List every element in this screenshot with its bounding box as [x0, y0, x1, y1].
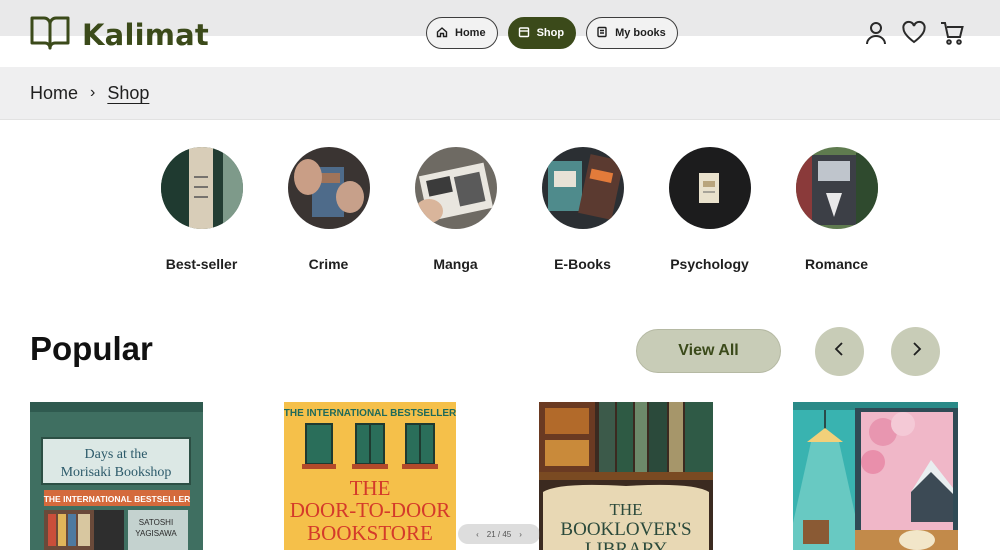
category-image [795, 147, 878, 229]
category-label: Best-seller [165, 256, 238, 272]
category-image [287, 147, 370, 229]
category-psychology[interactable]: Psychology [646, 147, 773, 272]
view-all-button[interactable]: View All [636, 329, 781, 373]
book-card[interactable]: THE BOOKLOVER'S LIBRARY [539, 402, 713, 550]
nav-home[interactable]: Home [426, 17, 498, 49]
chevron-left-icon: ‹ [476, 529, 479, 539]
category-best-seller[interactable]: Best-seller [138, 147, 265, 272]
breadcrumb: Home › Shop [0, 67, 1000, 120]
nav-my-books-label: My books [615, 27, 666, 39]
category-image [160, 147, 243, 229]
pager-text: 21 / 45 [486, 529, 512, 539]
book-cover: THE BOOKLOVER'S LIBRARY [539, 402, 713, 550]
carousel-prev-button[interactable] [815, 327, 864, 376]
category-romance[interactable]: Romance [773, 147, 900, 272]
heart-icon[interactable] [902, 20, 926, 46]
open-book-icon [30, 14, 70, 55]
book-title-line3: BOOKSTORE [307, 521, 433, 545]
category-list: Best-seller Crime Manga E-Books Psycholo… [138, 147, 900, 272]
book-card[interactable]: THE INTERNATIONAL BESTSELLER THE DOOR-TO… [284, 402, 456, 550]
popular-heading: Popular [30, 330, 153, 367]
book-cover: Days at the Morisaki Bookshop THE INTERN… [30, 402, 203, 550]
chevron-left-icon [831, 340, 849, 363]
book-author-line1: SATOSHI [139, 518, 173, 527]
brand-name: Kalimat [82, 17, 209, 52]
category-label: E-Books [554, 256, 611, 272]
category-image [541, 147, 624, 229]
main-nav: Home Shop My books [426, 17, 678, 49]
top-header: Kalimat Home Shop My books [0, 0, 1000, 66]
nav-shop-label: Shop [536, 27, 565, 39]
category-manga[interactable]: Manga [392, 147, 519, 272]
category-e-books[interactable]: E-Books [519, 147, 646, 272]
book-banner: THE INTERNATIONAL BESTSELLER [284, 408, 456, 419]
user-icon[interactable] [864, 20, 888, 46]
book-title-line2: DOOR-TO-DOOR [290, 498, 451, 522]
chevron-right-icon [907, 340, 925, 363]
nav-shop[interactable]: Shop [507, 17, 577, 49]
category-crime[interactable]: Crime [265, 147, 392, 272]
book-author-line2: YAGISAWA [135, 529, 177, 538]
category-image [414, 147, 497, 229]
book-cover: THE INTERNATIONAL BESTSELLER THE DOOR-TO… [284, 402, 456, 550]
carousel-next-button[interactable] [891, 327, 940, 376]
category-label: Manga [433, 256, 478, 272]
chevron-right-icon: › [519, 529, 522, 539]
image-pager: ‹ 21 / 45 › [458, 524, 540, 544]
cart-icon[interactable] [940, 20, 964, 46]
breadcrumb-separator: › [90, 84, 96, 101]
brand-logo[interactable]: Kalimat [30, 14, 209, 55]
category-label: Crime [308, 256, 349, 272]
book-card[interactable] [793, 402, 958, 550]
book-title-line2: BOOKLOVER'S [560, 519, 691, 540]
breadcrumb-home[interactable]: Home [30, 83, 78, 104]
home-icon [436, 26, 448, 41]
book-title-line1: THE [350, 476, 391, 500]
breadcrumb-current[interactable]: Shop [107, 83, 149, 104]
book-title-line2: Morisaki Bookshop [61, 465, 172, 480]
book-icon [596, 26, 608, 41]
category-label: Romance [804, 256, 869, 272]
book-title-line3: LIBRARY [585, 539, 668, 550]
category-label: Psychology [670, 256, 749, 272]
nav-my-books[interactable]: My books [586, 17, 678, 49]
nav-home-label: Home [455, 27, 486, 39]
book-card[interactable]: Days at the Morisaki Bookshop THE INTERN… [30, 402, 203, 550]
header-actions [864, 20, 964, 46]
book-title-line1: Days at the [85, 447, 148, 462]
category-image [668, 147, 751, 229]
book-title-line1: THE [609, 500, 642, 519]
book-banner: THE INTERNATIONAL BESTSELLER [44, 494, 191, 504]
shop-icon [518, 26, 530, 41]
book-cover [793, 402, 958, 550]
